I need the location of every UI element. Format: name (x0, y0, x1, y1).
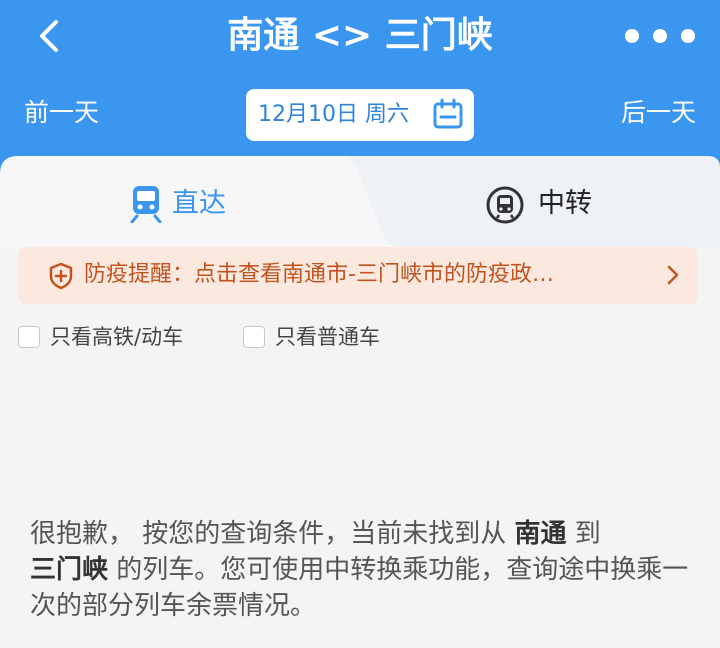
more-options-icon[interactable] (622, 26, 698, 46)
message-part1: 很抱歉， 按您的查询条件，当前未找到从 (30, 519, 515, 549)
tab-bar (0, 156, 720, 248)
normal-train-checkbox[interactable] (243, 326, 265, 348)
tab-transfer[interactable]: 中转 (538, 186, 592, 222)
shield-icon (49, 262, 73, 290)
filter-high-speed[interactable]: 只看高铁/动车 (18, 322, 183, 352)
message-part2: 到 (566, 519, 601, 549)
chevron-right-icon (667, 265, 679, 285)
normal-train-label: 只看普通车 (275, 325, 380, 349)
tab-background (0, 156, 720, 248)
message-from-station: 南通 (514, 519, 567, 549)
date-label: 12月10日 周六 (258, 102, 409, 127)
tab-direct[interactable]: 直达 (172, 186, 226, 222)
train-icon (130, 186, 162, 223)
filter-normal-train[interactable]: 只看普通车 (243, 322, 380, 352)
transfer-icon (486, 186, 524, 224)
route-title: 南通 <> 三门峡 (227, 15, 493, 56)
message-to-station: 三门峡 (30, 555, 109, 585)
date-picker[interactable]: 12月10日 周六 (246, 89, 474, 141)
next-day-button[interactable]: 后一天 (621, 96, 696, 130)
no-result-message: 很抱歉， 按您的查询条件，当前未找到从 南通 到三门峡 的列车。您可使用中转换乘… (30, 516, 700, 624)
high-speed-checkbox[interactable] (18, 326, 40, 348)
epidemic-notice-banner[interactable]: 防疫提醒：点击查看南通市-三门峡市的防疫政… (18, 247, 698, 304)
notice-text: 防疫提醒：点击查看南通市-三门峡市的防疫政… (84, 262, 554, 287)
prev-day-button[interactable]: 前一天 (24, 96, 99, 130)
calendar-icon (433, 98, 463, 129)
high-speed-label: 只看高铁/动车 (50, 325, 184, 349)
message-part3: 的列车。您可使用中转换乘功能，查询途中换乘一次的部分列车余票情况。 (30, 555, 689, 621)
